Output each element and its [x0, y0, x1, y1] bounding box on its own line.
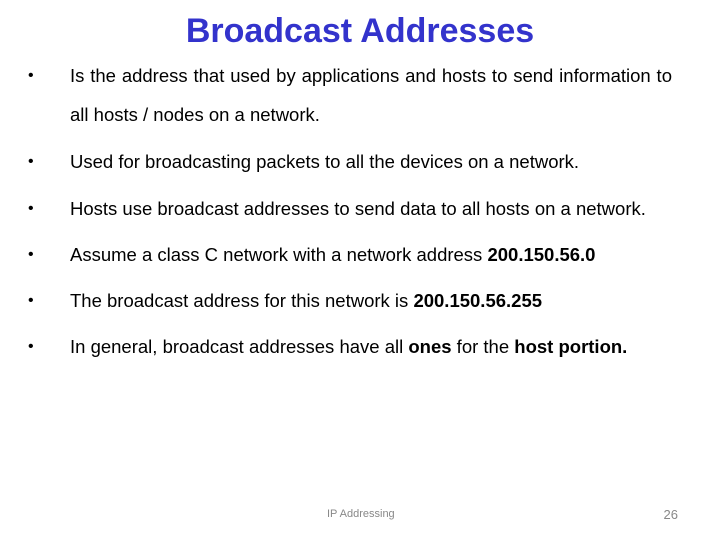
bullet-text: The broadcast address for this network i… [70, 290, 414, 311]
footer-label: IP Addressing [327, 508, 395, 520]
bullet-text: Assume a class C network with a network … [70, 244, 488, 265]
bullet-icon: • [28, 338, 34, 355]
emphasis-host-portion: host portion. [514, 336, 628, 357]
bullet-icon: • [28, 246, 34, 263]
bullet-item: • Is the address that used by applicatio… [28, 56, 672, 134]
bullet-icon: • [28, 292, 34, 309]
network-address: 200.150.56.0 [487, 244, 596, 265]
broadcast-address: 200.150.56.255 [413, 290, 543, 311]
bullet-item: • Hosts use broadcast addresses to send … [28, 189, 672, 228]
bullet-icon: • [28, 67, 34, 84]
bullet-icon: • [28, 153, 34, 170]
bullet-list: • Is the address that used by applicatio… [28, 56, 672, 366]
bullet-text: Used for broadcasting packets to all the… [70, 151, 580, 172]
bullet-icon: • [28, 200, 34, 217]
bullet-item: • Assume a class C network with a networ… [28, 235, 672, 274]
bullet-item: • In general, broadcast addresses have a… [28, 327, 672, 366]
bullet-item: • Used for broadcasting packets to all t… [28, 142, 672, 181]
page-number: 26 [663, 507, 678, 522]
bullet-text: Hosts use broadcast addresses to send da… [70, 198, 646, 219]
slide-title: Broadcast Addresses [185, 12, 535, 50]
bullet-text: Is the address that used by applications… [70, 65, 672, 125]
emphasis-ones: ones [408, 336, 452, 357]
bullet-text: In general, broadcast addresses have all [70, 336, 409, 357]
bullet-item: • The broadcast address for this network… [28, 281, 672, 320]
bullet-text: for the [451, 336, 515, 357]
